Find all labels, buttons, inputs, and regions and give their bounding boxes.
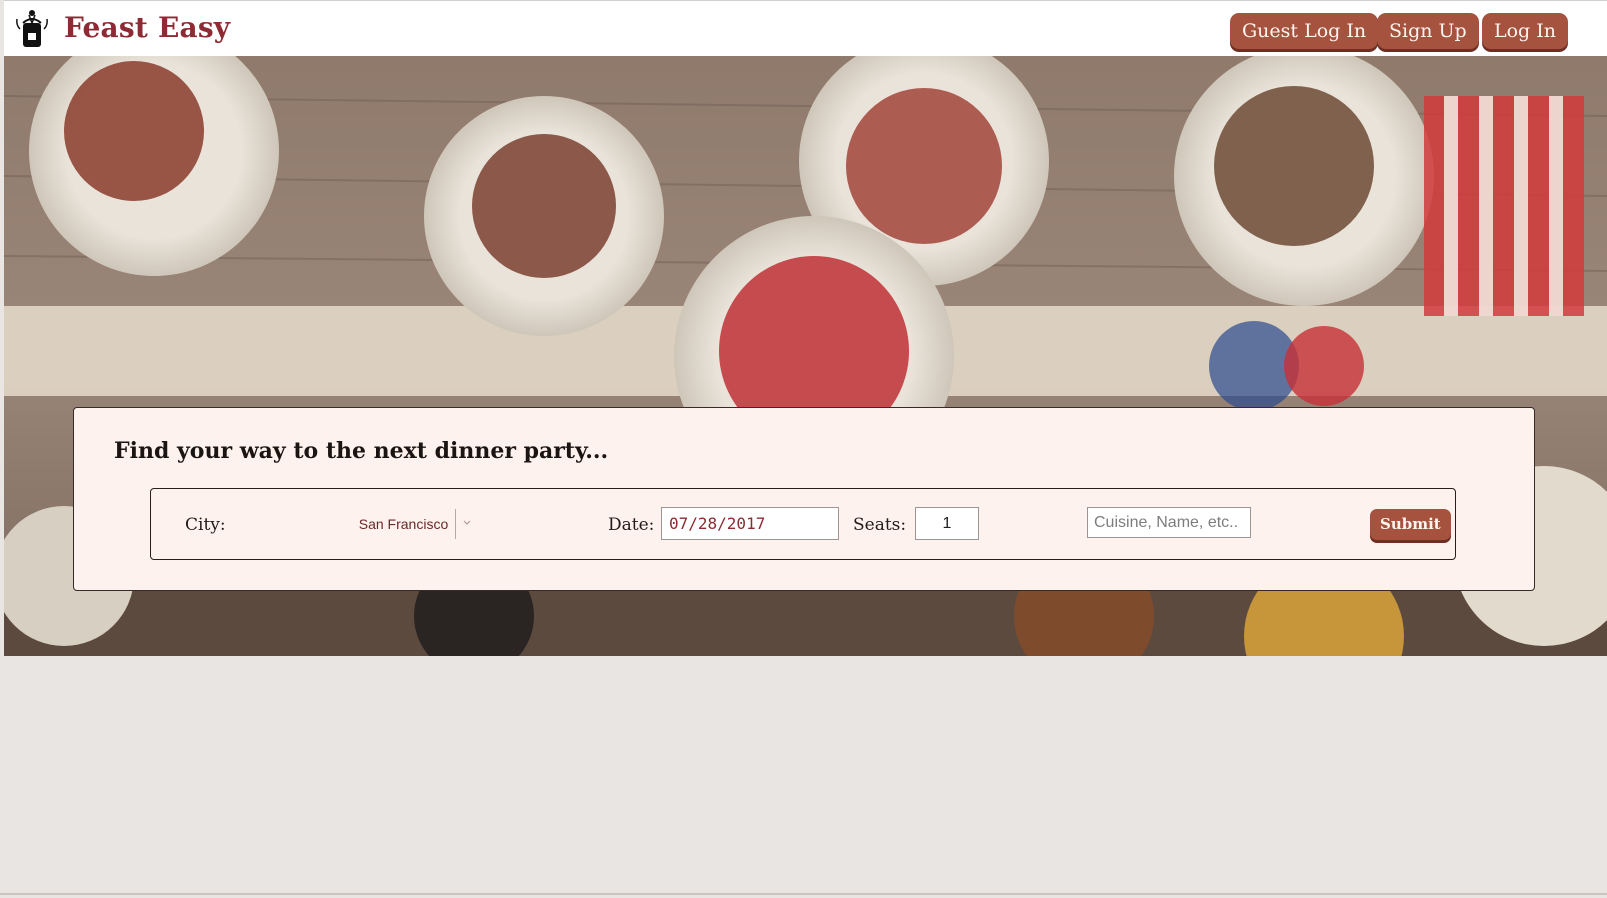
city-label: City: xyxy=(185,515,226,535)
sign-up-button[interactable]: Sign Up xyxy=(1377,13,1479,49)
log-in-button[interactable]: Log In xyxy=(1482,13,1569,49)
cuisine-search-input[interactable] xyxy=(1087,507,1251,538)
city-select[interactable]: San Francisco xyxy=(336,509,471,539)
date-input[interactable]: 07/28/2017 xyxy=(661,507,839,540)
seats-label: Seats: xyxy=(853,515,907,535)
brand-name[interactable]: Feast Easy xyxy=(64,11,230,44)
chevron-down-icon[interactable] xyxy=(463,519,471,527)
select-separator xyxy=(455,509,456,539)
search-form: City: San Francisco Date: 07/28/2017 Sea… xyxy=(150,488,1456,560)
search-panel-title: Find your way to the next dinner party..… xyxy=(114,438,609,464)
seats-input[interactable]: 1 xyxy=(915,507,979,540)
date-label: Date: xyxy=(608,515,655,535)
submit-button[interactable]: Submit xyxy=(1370,509,1451,540)
apron-chef-icon[interactable] xyxy=(14,9,50,51)
search-panel: Find your way to the next dinner party..… xyxy=(73,407,1535,591)
page-bottom-divider xyxy=(0,893,1607,895)
guest-login-button[interactable]: Guest Log In xyxy=(1230,13,1379,49)
top-nav-bar: Feast Easy Guest Log In Sign Up Log In xyxy=(4,0,1607,57)
